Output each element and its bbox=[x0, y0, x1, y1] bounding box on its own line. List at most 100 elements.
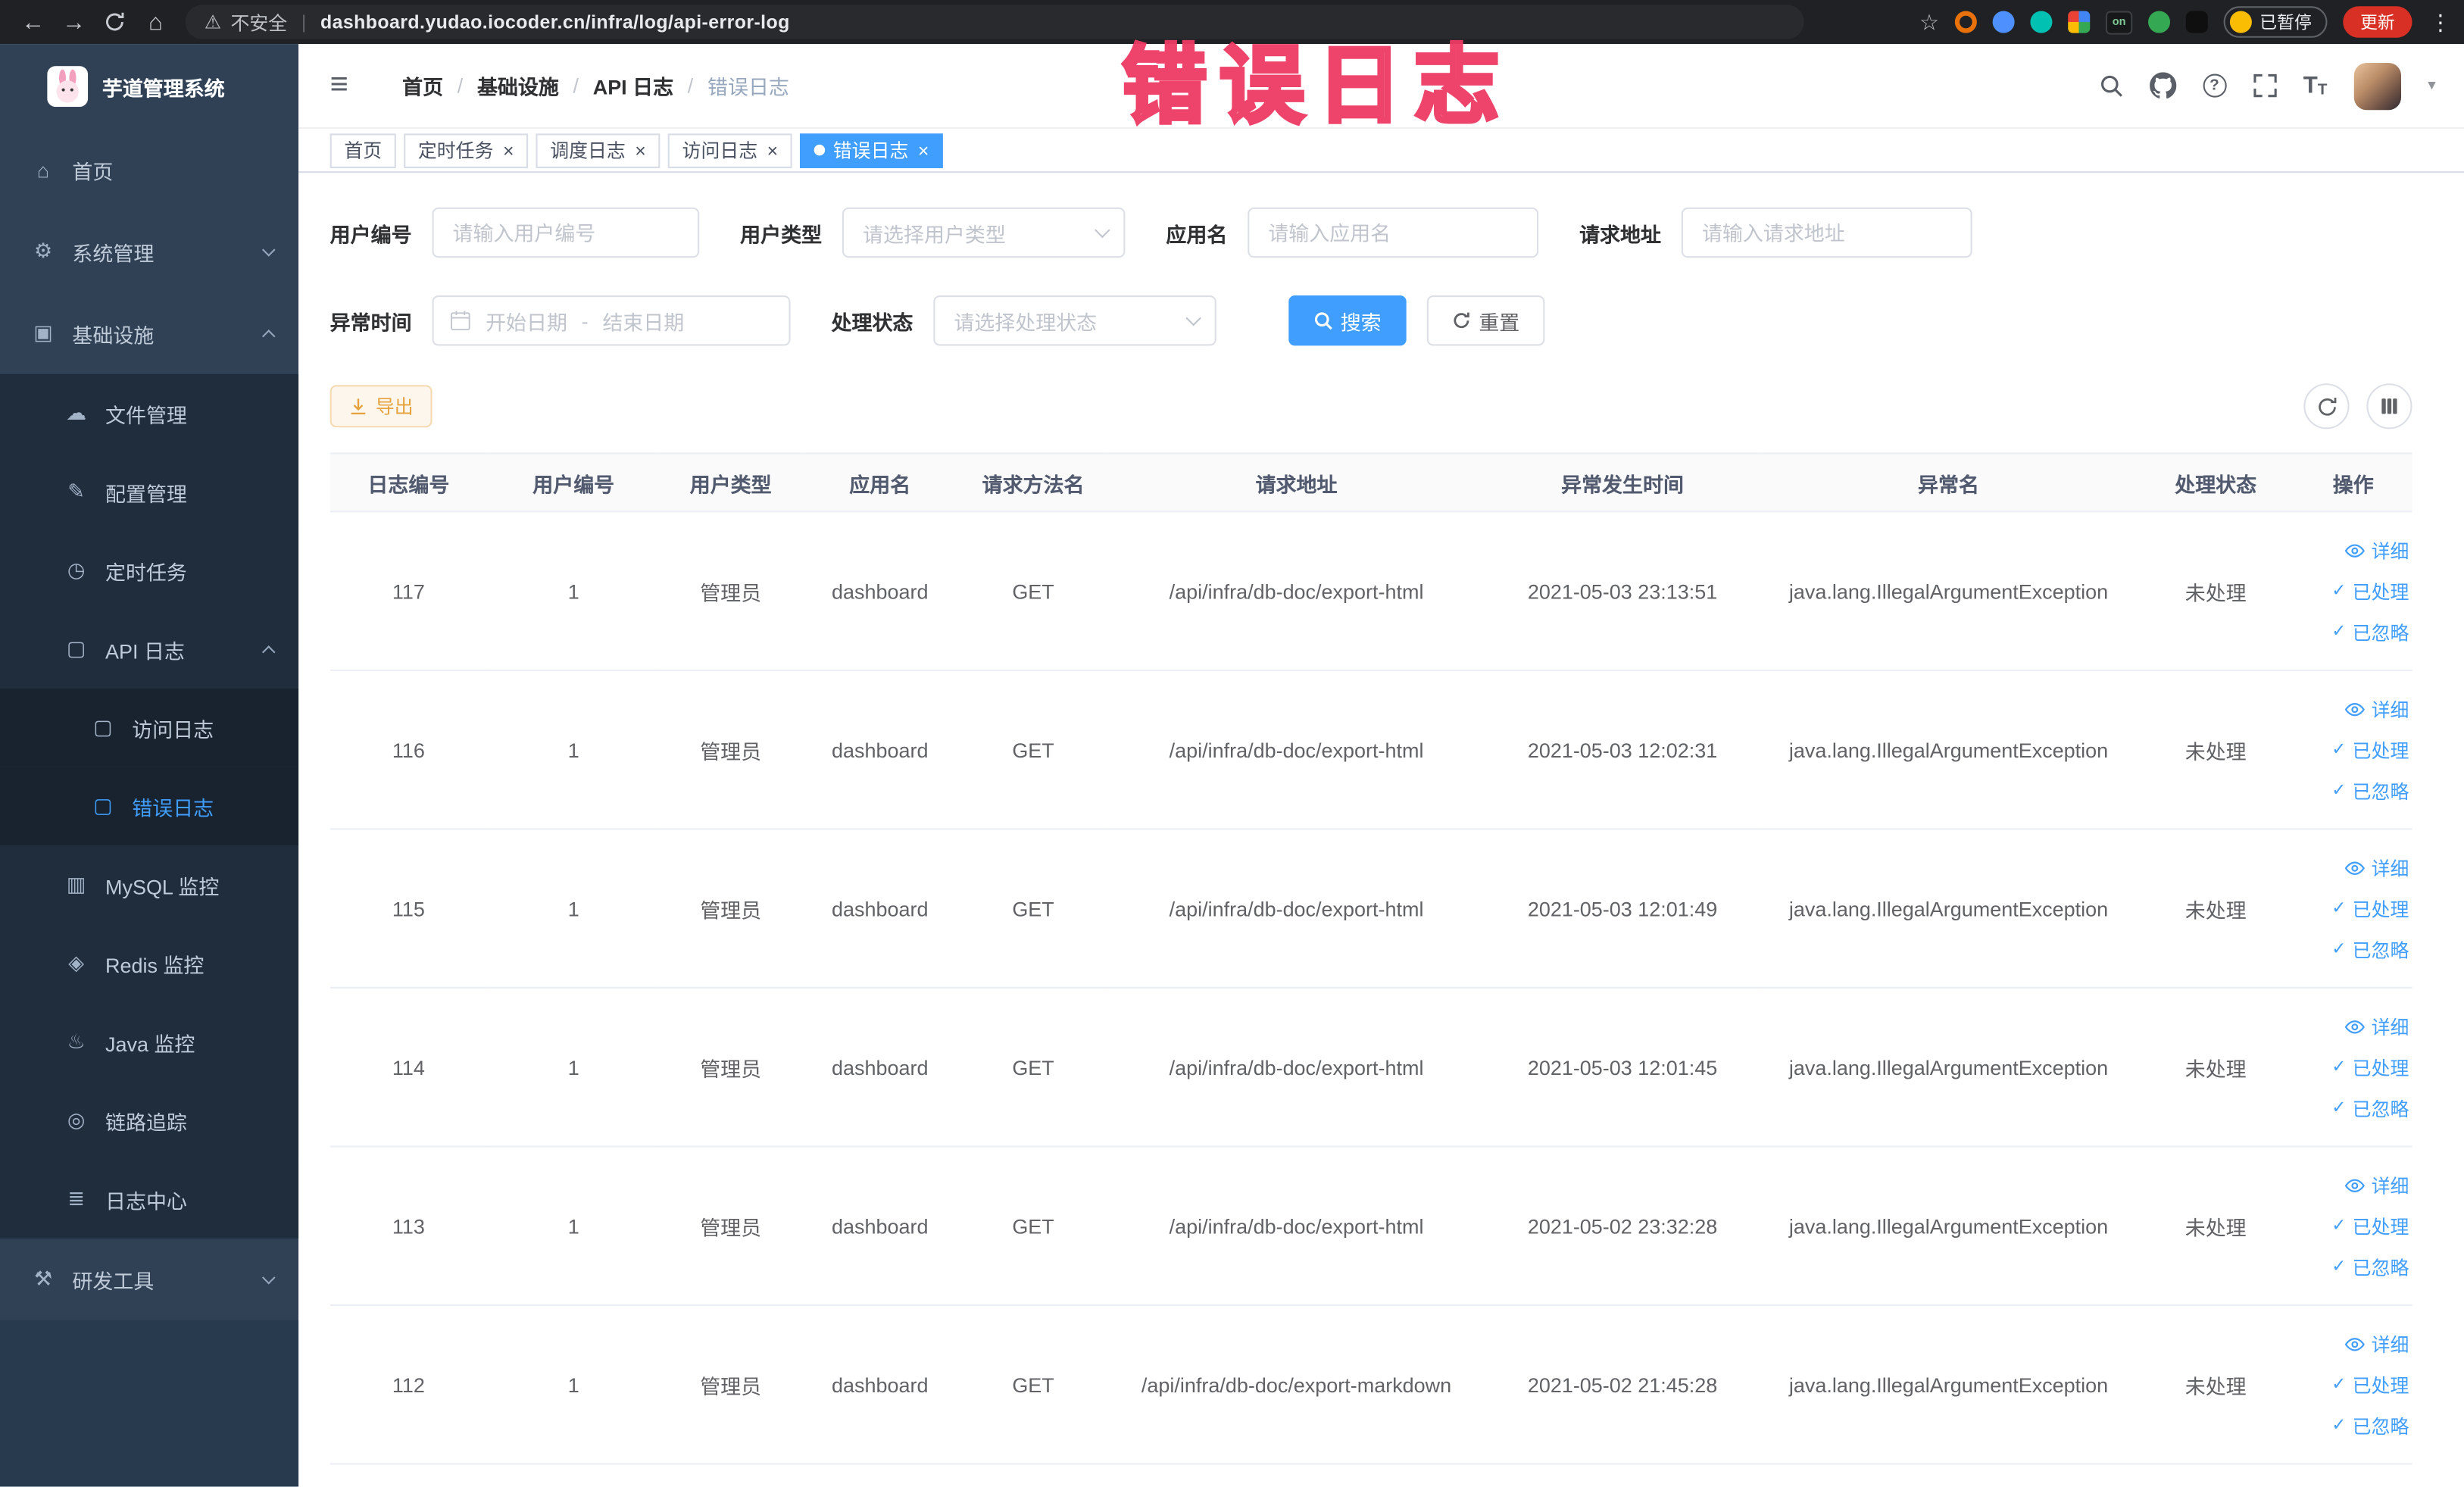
user-avatar[interactable] bbox=[2353, 61, 2401, 110]
chevron-down-icon bbox=[261, 242, 276, 256]
ignored-link[interactable]: ✓ 已忽略 bbox=[2331, 1406, 2409, 1445]
detail-link[interactable]: 详细 bbox=[2344, 530, 2409, 570]
search-button[interactable]: 搜索 bbox=[1288, 295, 1407, 346]
cell-exception-time: 2021-05-03 12:01:49 bbox=[1485, 829, 1760, 989]
sidebar-item-config-management[interactable]: ✎ 配置管理 bbox=[0, 452, 299, 532]
sidebar-item-scheduled-tasks[interactable]: ◷ 定时任务 bbox=[0, 531, 299, 610]
github-icon[interactable] bbox=[2149, 72, 2176, 99]
search-icon[interactable] bbox=[2099, 74, 2122, 98]
user-type-select[interactable]: 请选择用户类型 bbox=[842, 207, 1126, 258]
process-status-select[interactable]: 请选择处理状态 bbox=[933, 295, 1216, 346]
font-size-icon[interactable]: TT bbox=[2303, 72, 2328, 98]
cell-app-name: dashboard bbox=[801, 987, 959, 1148]
column-header: 异常名 bbox=[1760, 452, 2138, 513]
processed-link[interactable]: ✓ 已处理 bbox=[2331, 1206, 2409, 1245]
profile-badge-label: 已暂停 bbox=[2259, 14, 2312, 33]
cell-request-url: /api/infra/db-doc/export-html bbox=[1107, 670, 1485, 830]
sidebar-item-trace[interactable]: ◎ 链路追踪 bbox=[0, 1081, 299, 1161]
extension-on-badge-icon[interactable]: on bbox=[2105, 10, 2133, 34]
profile-paused-chip[interactable]: 已暂停 bbox=[2223, 6, 2328, 38]
cell-actions: 详细 ✓ 已处理 ✓ 已忽略 bbox=[2294, 829, 2412, 989]
tab-home[interactable]: 首页 bbox=[329, 133, 396, 167]
sidebar-item-redis-monitor[interactable]: ◈ Redis 监控 bbox=[0, 923, 299, 1003]
extension-icon[interactable] bbox=[1954, 11, 1977, 33]
detail-link[interactable]: 详细 bbox=[2344, 1324, 2409, 1364]
sidebar-item-error-log[interactable]: ▢ 错误日志 bbox=[0, 767, 299, 846]
document-icon: ▢ bbox=[93, 793, 113, 817]
ignored-link[interactable]: ✓ 已忽略 bbox=[2331, 929, 2409, 969]
update-button[interactable]: 更新 bbox=[2343, 6, 2412, 38]
processed-link[interactable]: ✓ 已处理 bbox=[2331, 889, 2409, 928]
tab-timed-task[interactable]: 定时任务 × bbox=[404, 133, 529, 167]
sidebar-item-home[interactable]: ⌂ 首页 bbox=[0, 129, 298, 211]
column-settings-button[interactable] bbox=[2366, 383, 2412, 430]
ignored-link[interactable]: ✓ 已忽略 bbox=[2331, 1089, 2409, 1128]
cell-user-type: 管理员 bbox=[660, 511, 802, 671]
reset-button[interactable]: 重置 bbox=[1426, 295, 1545, 346]
breadcrumb-infrastructure[interactable]: 基础设施 bbox=[477, 70, 559, 100]
sidebar-item-infrastructure[interactable]: ▣ 基础设施 bbox=[0, 292, 298, 374]
detail-link[interactable]: 详细 bbox=[2344, 1007, 2409, 1046]
browser-menu-icon[interactable]: ⋮ bbox=[2429, 8, 2451, 35]
request-url-input[interactable] bbox=[1681, 207, 1972, 258]
tab-schedule-log[interactable]: 调度日志 × bbox=[536, 133, 661, 167]
user-id-input[interactable] bbox=[432, 207, 700, 258]
processed-link[interactable]: ✓ 已处理 bbox=[2331, 1365, 2409, 1404]
sidebar-item-api-log[interactable]: ▢ API 日志 bbox=[0, 609, 299, 689]
bookmark-star-icon[interactable]: ☆ bbox=[1919, 8, 1939, 35]
ignored-link[interactable]: ✓ 已忽略 bbox=[2331, 771, 2409, 811]
address-bar[interactable]: ⚠ 不安全 | dashboard.yudao.iocoder.cn/infra… bbox=[185, 5, 1804, 39]
extension-icon[interactable] bbox=[1992, 11, 2015, 33]
detail-link[interactable]: 详细 bbox=[2344, 689, 2409, 729]
refresh-button[interactable] bbox=[2303, 383, 2350, 430]
tab-error-log[interactable]: 错误日志 × bbox=[800, 133, 944, 167]
forward-icon[interactable]: → bbox=[54, 2, 95, 42]
close-icon[interactable]: × bbox=[767, 141, 779, 160]
close-icon[interactable]: × bbox=[503, 141, 514, 160]
sidebar-item-access-log[interactable]: ▢ 访问日志 bbox=[0, 688, 299, 767]
extensions-puzzle-icon[interactable] bbox=[2185, 11, 2208, 33]
breadcrumb-api-log[interactable]: API 日志 bbox=[593, 70, 673, 100]
home-icon[interactable]: ⌂ bbox=[135, 2, 176, 42]
ignored-link[interactable]: ✓ 已忽略 bbox=[2331, 1247, 2409, 1286]
help-icon[interactable]: ? bbox=[2202, 73, 2227, 98]
extension-icon[interactable] bbox=[2068, 11, 2091, 33]
processed-link[interactable]: ✓ 已处理 bbox=[2331, 571, 2409, 611]
detail-link[interactable]: 详细 bbox=[2344, 1165, 2409, 1204]
tab-access-log[interactable]: 访问日志 × bbox=[667, 133, 792, 167]
columns-icon bbox=[2381, 398, 2397, 414]
fullscreen-icon[interactable] bbox=[2253, 73, 2277, 98]
processed-link[interactable]: ✓ 已处理 bbox=[2331, 1048, 2409, 1087]
export-button[interactable]: 导出 bbox=[329, 385, 433, 428]
detail-link[interactable]: 详细 bbox=[2344, 848, 2409, 887]
date-range-picker[interactable]: 开始日期 - 结束日期 bbox=[432, 295, 791, 346]
eye-icon bbox=[2344, 701, 2365, 716]
close-icon[interactable]: × bbox=[635, 141, 646, 160]
sidebar-item-log-center[interactable]: ≣ 日志中心 bbox=[0, 1160, 299, 1239]
column-header: 日志编号 bbox=[329, 452, 488, 513]
extension-icon[interactable] bbox=[2030, 11, 2053, 33]
sidebar-item-java-monitor[interactable]: ♨ Java 监控 bbox=[0, 1002, 299, 1082]
sidebar-item-mysql-monitor[interactable]: ▥ MySQL 监控 bbox=[0, 845, 299, 924]
ignored-link[interactable]: ✓ 已忽略 bbox=[2331, 612, 2409, 651]
hamburger-icon[interactable]: ≡ bbox=[330, 67, 368, 104]
extension-icon[interactable] bbox=[2148, 11, 2171, 33]
range-separator: - bbox=[581, 308, 589, 333]
main-area: ≡ 首页 / 基础设施 / API 日志 / 错误日志 ? T T ▾ 首页 定… bbox=[298, 44, 2464, 1487]
end-date-input[interactable]: 结束日期 bbox=[602, 306, 684, 336]
processed-link[interactable]: ✓ 已处理 bbox=[2331, 730, 2409, 770]
start-date-input[interactable]: 开始日期 bbox=[486, 306, 567, 336]
sidebar-item-file-management[interactable]: ☁ 文件管理 bbox=[0, 373, 299, 453]
url-text: dashboard.yudao.iocoder.cn/infra/log/api… bbox=[320, 11, 790, 33]
cell-app-name: dashboard bbox=[801, 1304, 959, 1465]
sidebar-item-dev-tools[interactable]: ⚒ 研发工具 bbox=[0, 1239, 298, 1320]
breadcrumb-home[interactable]: 首页 bbox=[402, 70, 443, 100]
column-header: 用户编号 bbox=[487, 452, 661, 513]
reload-icon[interactable] bbox=[94, 2, 135, 42]
document-icon: ▢ bbox=[93, 714, 113, 739]
close-icon[interactable]: × bbox=[918, 141, 929, 160]
app-name-input[interactable] bbox=[1248, 207, 1539, 258]
sidebar-item-system-management[interactable]: ⚙ 系统管理 bbox=[0, 211, 298, 292]
back-icon[interactable]: ← bbox=[13, 2, 54, 42]
caret-down-icon[interactable]: ▾ bbox=[2428, 77, 2435, 95]
